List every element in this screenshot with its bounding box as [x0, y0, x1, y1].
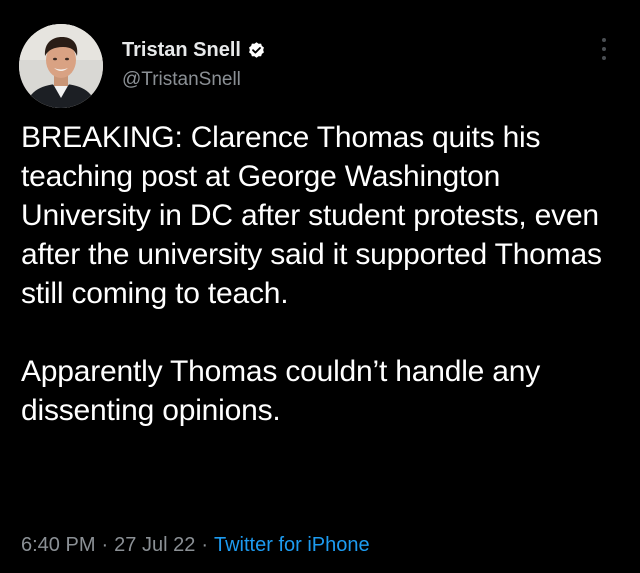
name-row: Tristan Snell: [122, 38, 266, 62]
meta-separator: ·: [101, 534, 109, 556]
display-name[interactable]: Tristan Snell: [122, 38, 241, 62]
tweet-header: Tristan Snell @TristanSnell: [19, 24, 621, 110]
more-options-icon[interactable]: [597, 38, 611, 72]
tweet-paragraph-2: Apparently Thomas couldn’t handle any di…: [21, 355, 541, 427]
tweet-source-link[interactable]: Twitter for iPhone: [214, 534, 370, 556]
tweet-paragraph-1: BREAKING: Clarence Thomas quits his teac…: [21, 121, 602, 310]
verified-badge-icon: [247, 41, 266, 60]
tweet-date[interactable]: 27 Jul 22: [114, 534, 195, 556]
author-info: Tristan Snell @TristanSnell: [122, 38, 266, 92]
tweet-metadata: 6:40 PM · 27 Jul 22 · Twitter for iPhone: [21, 532, 370, 558]
meta-separator: ·: [201, 534, 208, 556]
user-handle[interactable]: @TristanSnell: [122, 68, 266, 92]
tweet-text: BREAKING: Clarence Thomas quits his teac…: [21, 118, 621, 430]
avatar-image: [19, 24, 103, 108]
tweet-time[interactable]: 6:40 PM: [21, 534, 95, 556]
avatar[interactable]: [19, 24, 103, 108]
tweet-card: Tristan Snell @TristanSnell BREAKING: Cl…: [0, 0, 640, 573]
